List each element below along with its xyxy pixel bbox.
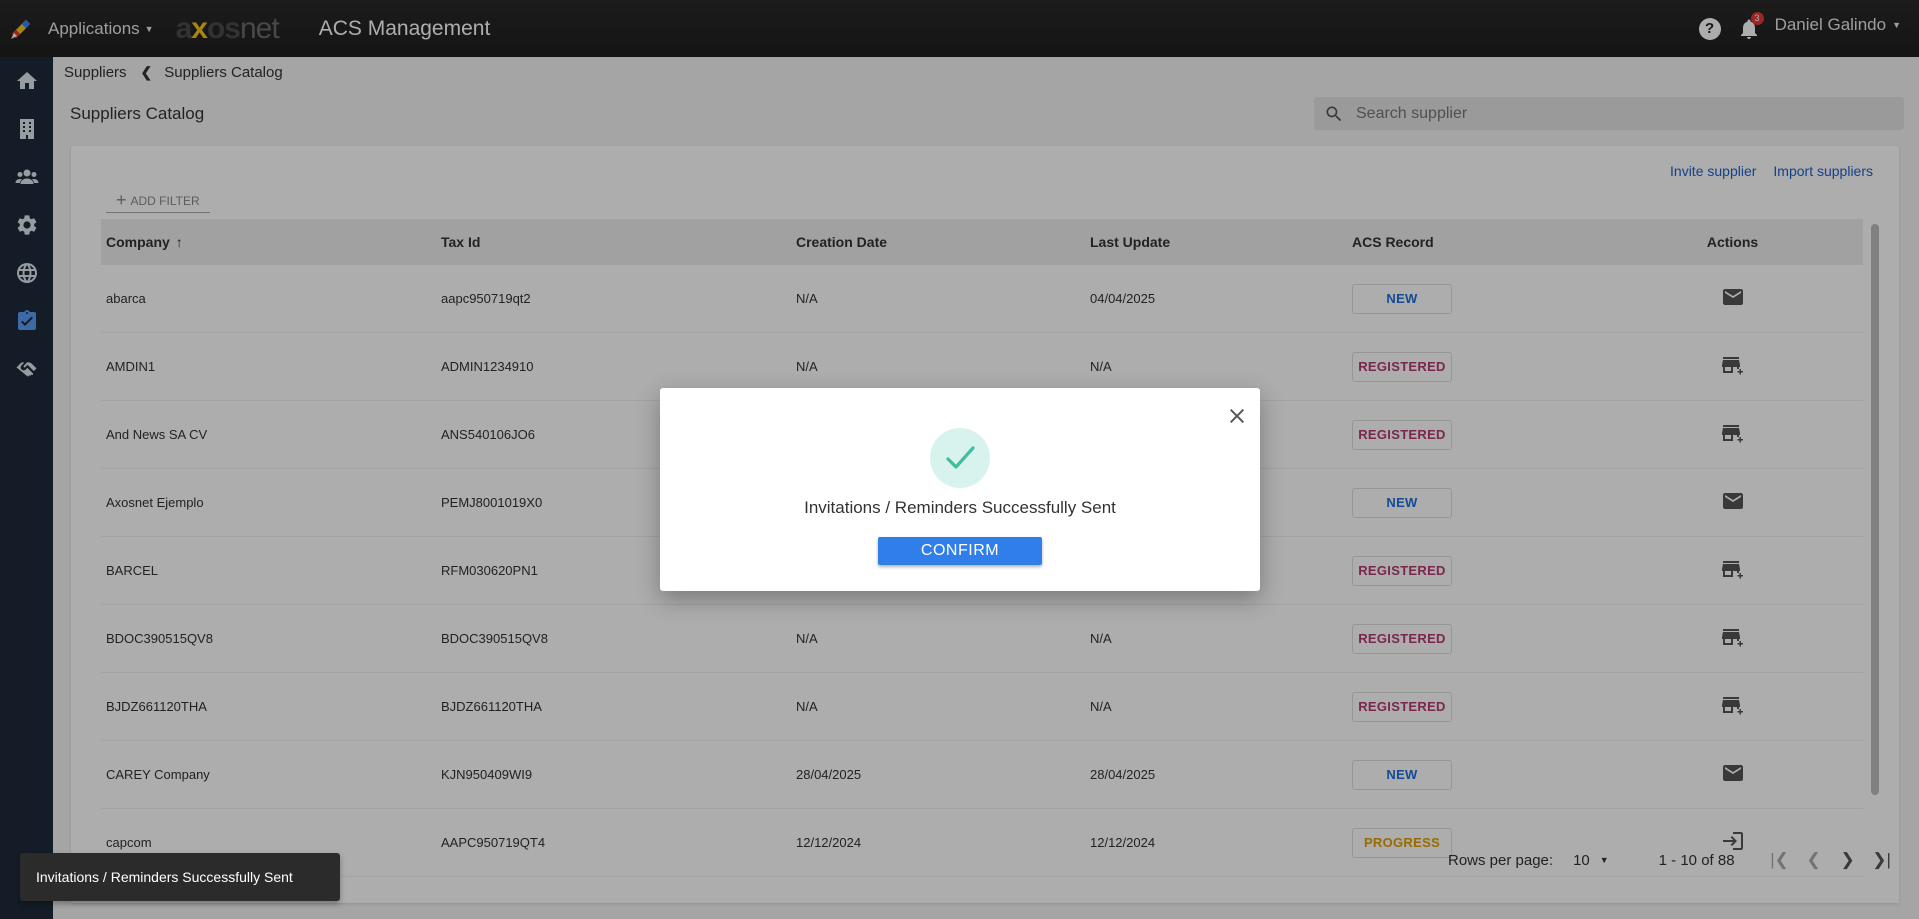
close-icon[interactable] — [1225, 404, 1249, 428]
success-check-icon — [930, 428, 990, 488]
snackbar: Invitations / Reminders Successfully Sen… — [20, 853, 340, 901]
success-dialog: Invitations / Reminders Successfully Sen… — [660, 388, 1260, 591]
confirm-button[interactable]: CONFIRM — [878, 537, 1042, 565]
dialog-message: Invitations / Reminders Successfully Sen… — [804, 498, 1116, 517]
